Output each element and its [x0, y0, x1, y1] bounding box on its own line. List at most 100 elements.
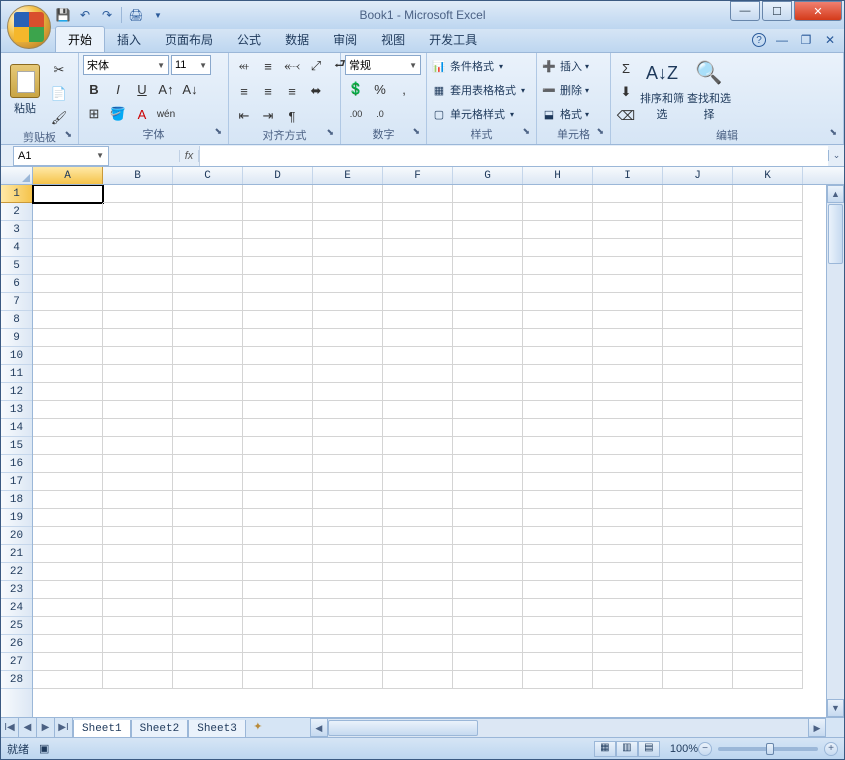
- copy-button[interactable]: 📄: [48, 83, 70, 105]
- row-header-28[interactable]: 28: [1, 671, 32, 689]
- cell-H5[interactable]: [523, 257, 593, 275]
- cell-H1[interactable]: [523, 185, 593, 203]
- cell-B16[interactable]: [103, 455, 173, 473]
- cell-C21[interactable]: [173, 545, 243, 563]
- name-box[interactable]: A1▼: [13, 146, 109, 166]
- column-header-E[interactable]: E: [313, 167, 383, 184]
- cell-J27[interactable]: [663, 653, 733, 671]
- cell-I6[interactable]: [593, 275, 663, 293]
- cell-I17[interactable]: [593, 473, 663, 491]
- align-right-button[interactable]: ≡: [281, 80, 303, 102]
- cell-D20[interactable]: [243, 527, 313, 545]
- align-center-button[interactable]: ≡: [257, 80, 279, 102]
- cell-B19[interactable]: [103, 509, 173, 527]
- cell-H21[interactable]: [523, 545, 593, 563]
- cell-C9[interactable]: [173, 329, 243, 347]
- cell-C12[interactable]: [173, 383, 243, 401]
- cell-C6[interactable]: [173, 275, 243, 293]
- cell-B8[interactable]: [103, 311, 173, 329]
- cell-K19[interactable]: [733, 509, 803, 527]
- cell-K28[interactable]: [733, 671, 803, 689]
- cell-C22[interactable]: [173, 563, 243, 581]
- row-header-11[interactable]: 11: [1, 365, 32, 383]
- cell-F28[interactable]: [383, 671, 453, 689]
- cell-G14[interactable]: [453, 419, 523, 437]
- row-header-23[interactable]: 23: [1, 581, 32, 599]
- fill-button[interactable]: ⬇: [615, 81, 637, 103]
- cell-C8[interactable]: [173, 311, 243, 329]
- align-top-button[interactable]: ⬴: [233, 55, 255, 77]
- merge-button[interactable]: ⬌: [305, 80, 327, 102]
- cell-K22[interactable]: [733, 563, 803, 581]
- cell-J19[interactable]: [663, 509, 733, 527]
- cell-I13[interactable]: [593, 401, 663, 419]
- cell-H16[interactable]: [523, 455, 593, 473]
- office-button[interactable]: [7, 5, 51, 49]
- cell-J5[interactable]: [663, 257, 733, 275]
- cell-J7[interactable]: [663, 293, 733, 311]
- cell-D17[interactable]: [243, 473, 313, 491]
- cell-G18[interactable]: [453, 491, 523, 509]
- cell-F26[interactable]: [383, 635, 453, 653]
- cell-H14[interactable]: [523, 419, 593, 437]
- cell-F20[interactable]: [383, 527, 453, 545]
- sheet-nav-last[interactable]: ▶I: [55, 718, 73, 737]
- cell-C27[interactable]: [173, 653, 243, 671]
- cell-G2[interactable]: [453, 203, 523, 221]
- tab-view[interactable]: 视图: [369, 27, 417, 52]
- cell-C14[interactable]: [173, 419, 243, 437]
- row-header-9[interactable]: 9: [1, 329, 32, 347]
- cell-A19[interactable]: [33, 509, 103, 527]
- scroll-right-button[interactable]: ▶: [808, 718, 826, 737]
- cell-C2[interactable]: [173, 203, 243, 221]
- cell-H27[interactable]: [523, 653, 593, 671]
- orientation-button[interactable]: ⤢: [305, 55, 327, 77]
- zoom-out-button[interactable]: −: [698, 742, 712, 756]
- cell-F8[interactable]: [383, 311, 453, 329]
- cell-A13[interactable]: [33, 401, 103, 419]
- cell-H2[interactable]: [523, 203, 593, 221]
- minimize-button[interactable]: —: [730, 1, 760, 21]
- cell-B7[interactable]: [103, 293, 173, 311]
- cell-K6[interactable]: [733, 275, 803, 293]
- sheet-tab-sheet3[interactable]: Sheet3: [188, 720, 246, 738]
- cell-F4[interactable]: [383, 239, 453, 257]
- row-header-8[interactable]: 8: [1, 311, 32, 329]
- cell-A25[interactable]: [33, 617, 103, 635]
- cell-E11[interactable]: [313, 365, 383, 383]
- cell-F24[interactable]: [383, 599, 453, 617]
- cell-C15[interactable]: [173, 437, 243, 455]
- cell-I27[interactable]: [593, 653, 663, 671]
- cell-E12[interactable]: [313, 383, 383, 401]
- cell-E6[interactable]: [313, 275, 383, 293]
- cell-K9[interactable]: [733, 329, 803, 347]
- clear-button[interactable]: ⌫: [615, 105, 637, 127]
- cell-J20[interactable]: [663, 527, 733, 545]
- cell-E21[interactable]: [313, 545, 383, 563]
- cell-D27[interactable]: [243, 653, 313, 671]
- cell-H12[interactable]: [523, 383, 593, 401]
- zoom-slider-thumb[interactable]: [766, 743, 774, 755]
- cell-E16[interactable]: [313, 455, 383, 473]
- cell-K3[interactable]: [733, 221, 803, 239]
- cell-J10[interactable]: [663, 347, 733, 365]
- cell-C11[interactable]: [173, 365, 243, 383]
- cell-D11[interactable]: [243, 365, 313, 383]
- cell-A21[interactable]: [33, 545, 103, 563]
- cell-K10[interactable]: [733, 347, 803, 365]
- currency-button[interactable]: 💲: [345, 78, 367, 100]
- row-header-18[interactable]: 18: [1, 491, 32, 509]
- cell-F23[interactable]: [383, 581, 453, 599]
- cell-G12[interactable]: [453, 383, 523, 401]
- cell-C1[interactable]: [173, 185, 243, 203]
- cell-C20[interactable]: [173, 527, 243, 545]
- sheet-nav-first[interactable]: I◀: [1, 718, 19, 737]
- page-break-view-button[interactable]: ▤: [638, 741, 660, 757]
- cell-E13[interactable]: [313, 401, 383, 419]
- vertical-scrollbar[interactable]: ▲ ▼: [826, 185, 844, 717]
- cell-B3[interactable]: [103, 221, 173, 239]
- cell-A23[interactable]: [33, 581, 103, 599]
- cell-F6[interactable]: [383, 275, 453, 293]
- save-icon[interactable]: 💾: [55, 7, 71, 23]
- cell-H11[interactable]: [523, 365, 593, 383]
